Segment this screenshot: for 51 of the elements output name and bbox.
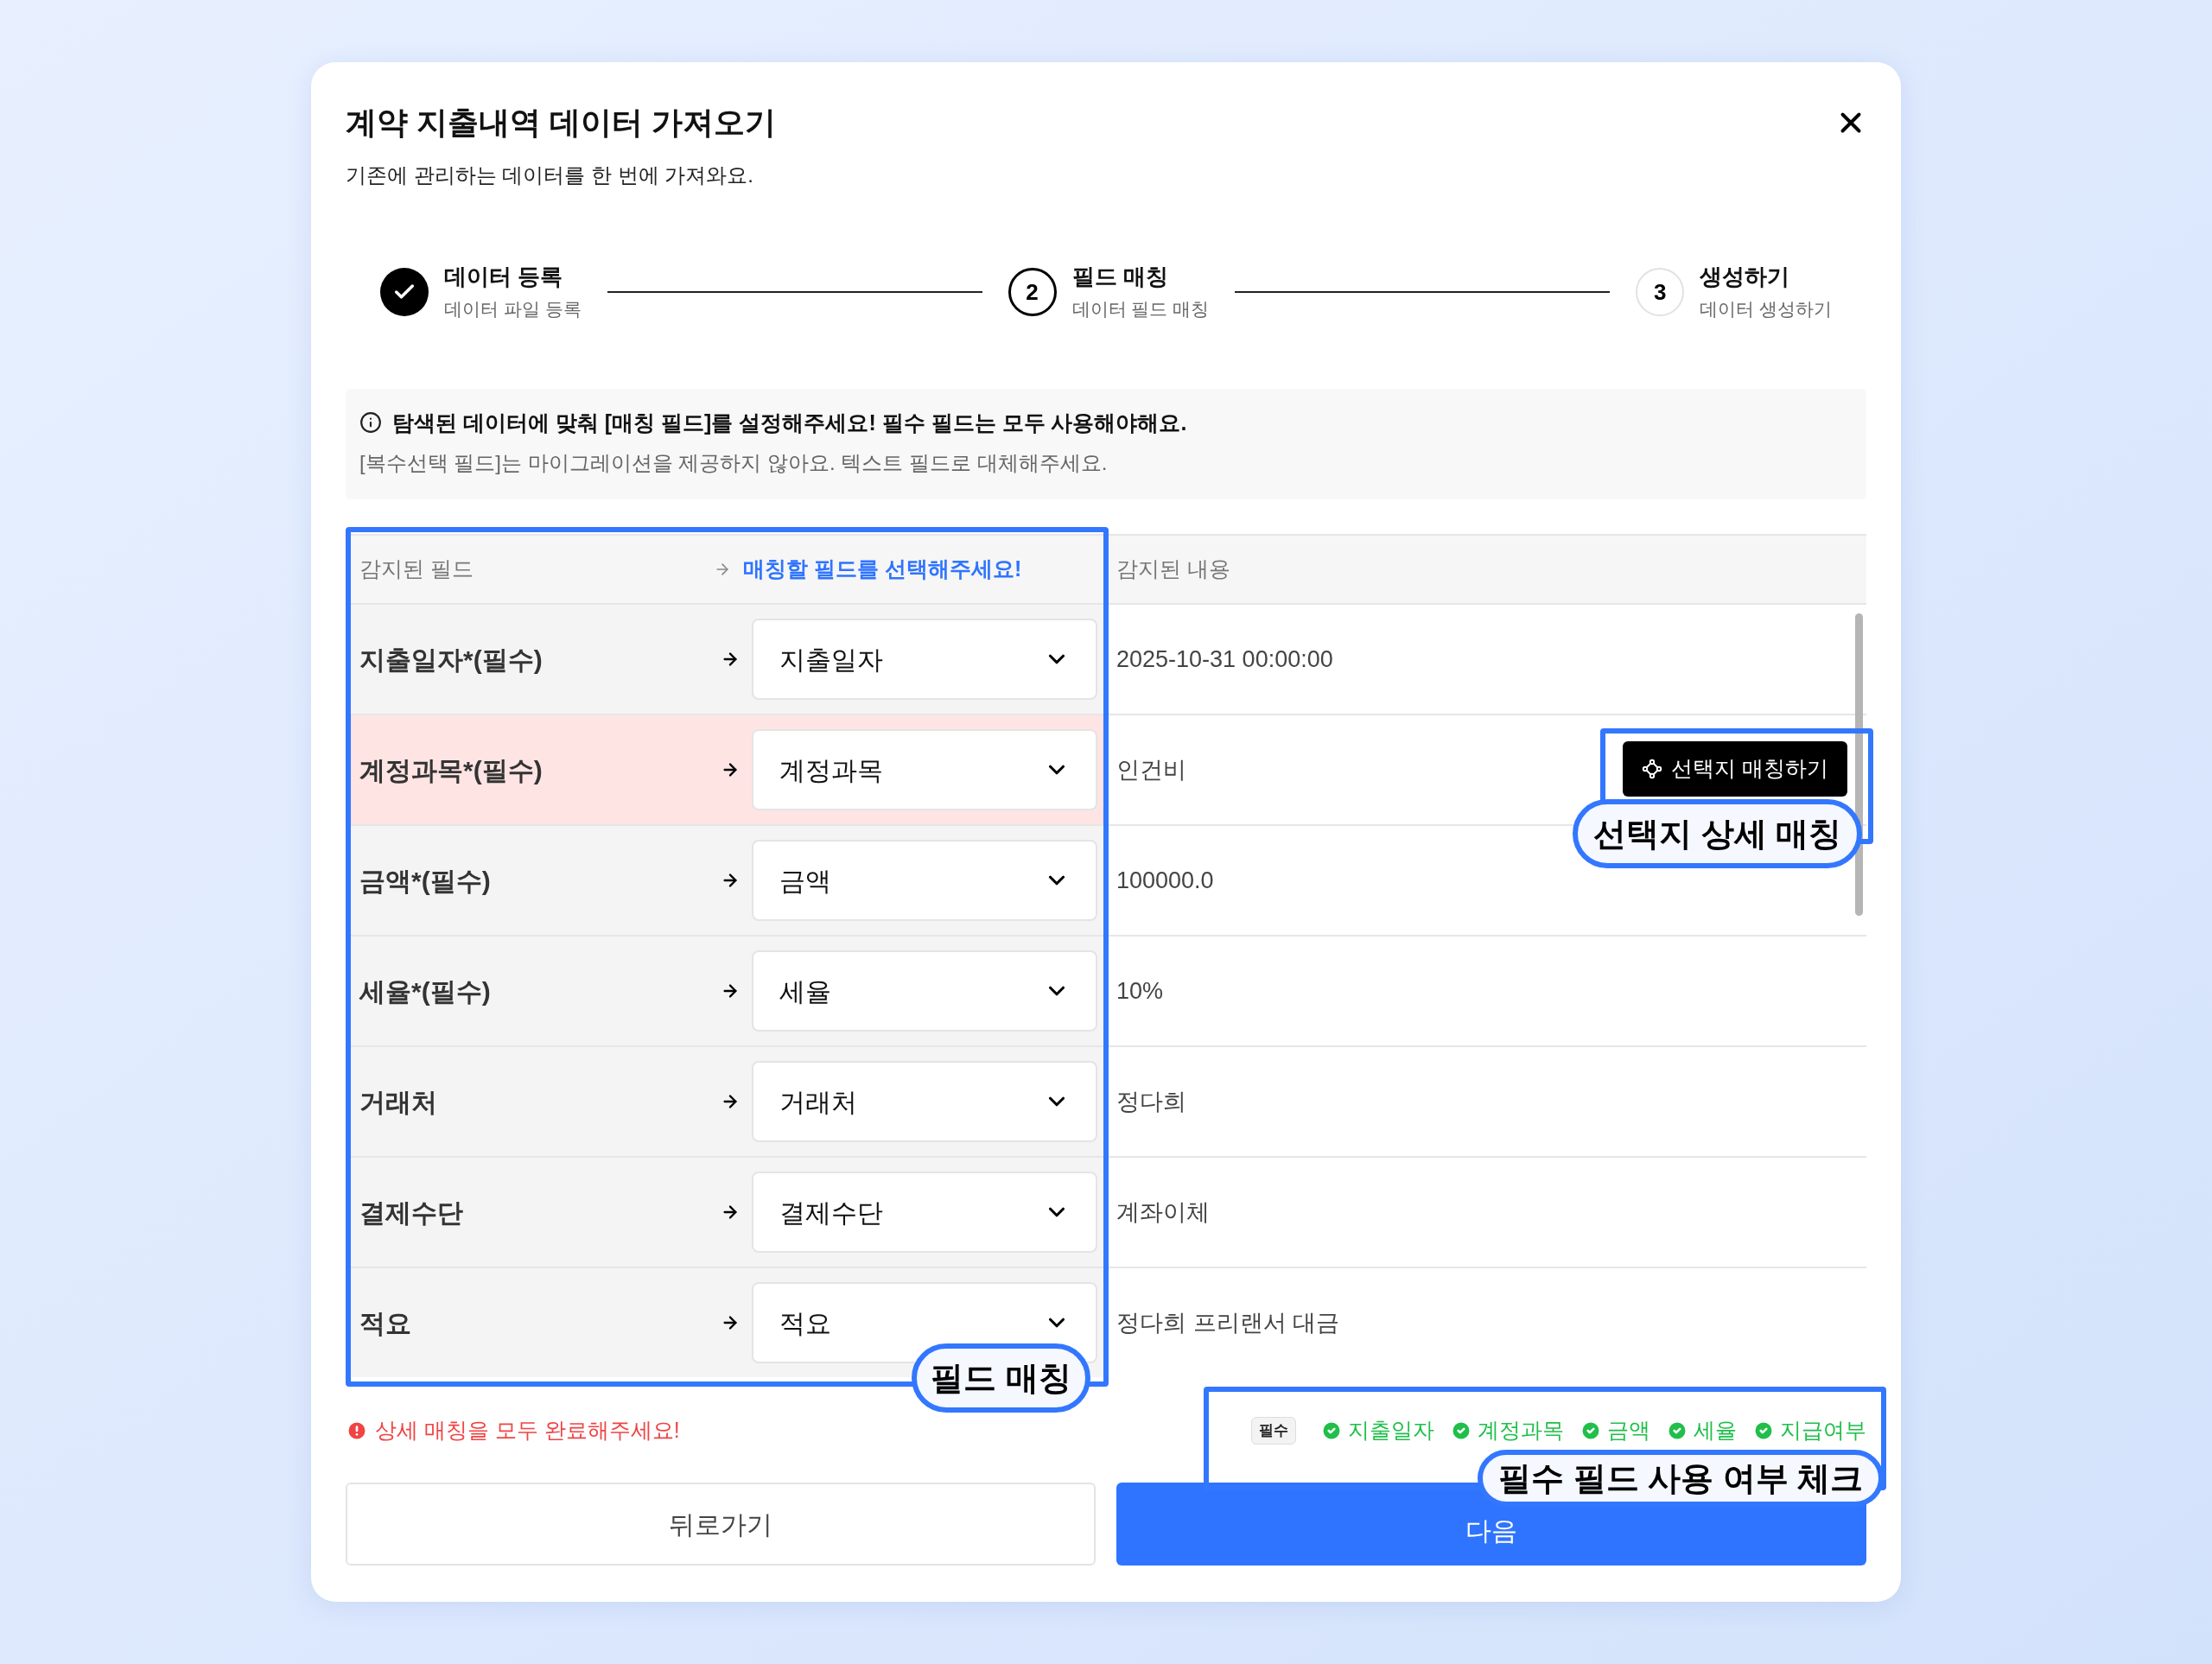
notice-headline: 탐색된 데이터에 맞춰 [매칭 필드]를 설정해주세요! 필수 필드는 모두 사용해야해요. bbox=[392, 410, 1187, 436]
field-label: 적요 bbox=[359, 1307, 412, 1339]
required-field-label: 금액 bbox=[1607, 1417, 1650, 1445]
required-field-label: 지급여부 bbox=[1780, 1417, 1866, 1445]
table-cell-text: 인건비 bbox=[1116, 755, 1186, 784]
select-field[interactable]: 계정과목 bbox=[752, 729, 1097, 810]
select-field[interactable]: 거래처 bbox=[752, 1061, 1097, 1142]
step-number: 2 bbox=[1007, 268, 1057, 316]
field-label: 세율*(필수) bbox=[359, 975, 492, 1007]
step-subtitle: 데이터 생성하기 bbox=[1700, 298, 1832, 321]
required-badge: 필수 bbox=[1251, 1417, 1296, 1445]
table-cell-text: 10% bbox=[1116, 976, 1164, 1006]
field-label: 계정과목*(필수) bbox=[359, 754, 543, 786]
notice-detail: [복수선택 필드]는 마이그레이션을 제공하지 않아요. 텍스트 필드로 대체해주세요. bbox=[359, 450, 1109, 476]
scrollbar-thumb[interactable] bbox=[1855, 613, 1863, 916]
step-title: 데이터 등록 bbox=[444, 263, 564, 290]
step-title: 필드 매칭 bbox=[1071, 263, 1169, 290]
select-field[interactable]: 지출일자 bbox=[752, 619, 1097, 700]
step-title: 생성하기 bbox=[1700, 263, 1791, 290]
step-subtitle: 데이터 파일 등록 bbox=[444, 298, 582, 321]
column-header: 감지된 내용 bbox=[1116, 556, 1230, 583]
table-cell-text: 계좌이체 bbox=[1116, 1197, 1210, 1227]
select-field[interactable]: 세율 bbox=[752, 950, 1097, 1032]
table-cell-text: 100000.0 bbox=[1116, 866, 1214, 895]
table-cell-text: 정다희 프리랜서 대금 bbox=[1116, 1308, 1339, 1337]
error-message: 상세 매칭을 모두 완료해주세요! bbox=[375, 1417, 680, 1445]
match-options-button[interactable]: 선택지 매칭하기 bbox=[1623, 741, 1847, 797]
table-cell-text: 2025-10-31 00:00:00 bbox=[1116, 645, 1333, 674]
callout-tooltip: 선택지 상세 매칭 bbox=[1573, 799, 1863, 868]
callout-tooltip: 필드 매칭 bbox=[912, 1343, 1090, 1413]
step-subtitle: 데이터 필드 매칭 bbox=[1071, 298, 1210, 321]
column-header: 감지된 필드 bbox=[359, 556, 474, 583]
field-label: 지출일자*(필수) bbox=[359, 644, 543, 676]
table-cell-text: 정다희 bbox=[1116, 1087, 1186, 1116]
select-field[interactable]: 결제수단 bbox=[752, 1172, 1097, 1253]
back-button[interactable]: 뒤로가기 bbox=[346, 1483, 1096, 1566]
column-header: 매칭할 필드를 선택해주세요! bbox=[743, 556, 1022, 583]
nodes-icon bbox=[1642, 759, 1663, 779]
field-label: 거래처 bbox=[359, 1086, 438, 1118]
field-label: 금액*(필수) bbox=[359, 865, 492, 897]
field-label: 결제수단 bbox=[359, 1197, 464, 1229]
step-number: 3 bbox=[1636, 268, 1685, 316]
dialog-subtitle: 기존에 관리하는 데이터를 한 번에 가져와요. bbox=[346, 162, 754, 188]
select-field[interactable]: 적요 bbox=[752, 1282, 1097, 1363]
required-field-label: 계정과목 bbox=[1478, 1417, 1564, 1445]
alert-icon bbox=[346, 1419, 368, 1442]
required-field-label: 지출일자 bbox=[1348, 1417, 1434, 1445]
select-field[interactable]: 금액 bbox=[752, 840, 1097, 921]
info-icon bbox=[359, 411, 382, 434]
required-field-label: 세율 bbox=[1694, 1417, 1737, 1445]
dialog-title: 계약 지출내역 데이터 가져오기 bbox=[346, 104, 776, 142]
